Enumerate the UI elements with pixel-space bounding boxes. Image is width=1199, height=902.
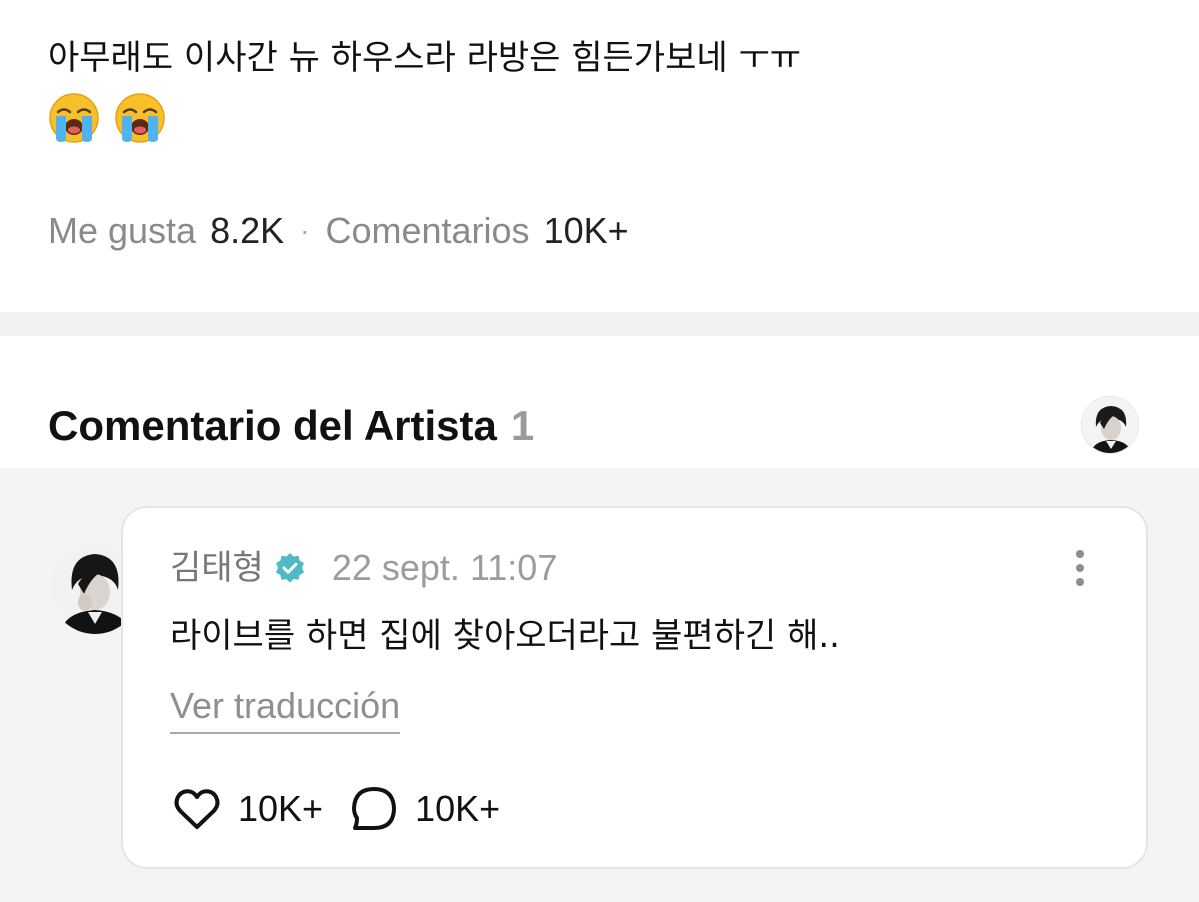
- likes-label[interactable]: Me gusta: [48, 208, 196, 254]
- comments-count[interactable]: 10K+: [544, 208, 629, 254]
- verified-badge-icon: [275, 553, 304, 583]
- more-dot: [1076, 564, 1084, 572]
- comment-card: 김태형 22 sept. 11:07 라이브를 하면 집에 찾아오더라고 불편하…: [121, 506, 1148, 869]
- see-translation-link[interactable]: Ver traducción: [170, 684, 401, 734]
- comment-author-name[interactable]: 김태형: [170, 546, 264, 590]
- avatar-image: [1082, 397, 1138, 453]
- stats-separator: ·: [300, 215, 310, 246]
- like-button[interactable]: 10K+: [172, 784, 323, 834]
- more-options-button[interactable]: [1065, 546, 1095, 590]
- reply-button[interactable]: 10K+: [349, 784, 500, 834]
- comment-bubble-icon: [352, 787, 397, 830]
- comment-body: 라이브를 하면 집에 찾아오더라고 불편하긴 해..: [170, 616, 840, 656]
- comment-timestamp: 22 sept. 11:07: [331, 547, 558, 588]
- comments-label[interactable]: Comentarios: [325, 208, 529, 254]
- artist-comments-count: 1: [510, 402, 535, 449]
- more-dot: [1076, 578, 1084, 586]
- post-text: 아무래도 이사간 뉴 하우스라 라방은 힘든가보네 ㅜㅠ: [48, 38, 802, 78]
- like-count: 10K+: [238, 788, 324, 829]
- artist-comment-thread: 김태형 22 sept. 11:07 라이브를 하면 집에 찾아오더라고 불편하…: [0, 468, 1199, 902]
- post-stats: Me gusta 8.2K · Comentarios 10K+: [48, 208, 629, 254]
- artist-avatar-small[interactable]: [1081, 396, 1139, 454]
- artist-comments-title: Comentario del Artista 1: [48, 400, 534, 452]
- post: 아무래도 이사간 뉴 하우스라 라방은 힘든가보네 ㅜㅠ Me gusta 8.…: [0, 0, 1199, 312]
- loudly-crying-face-icon: [49, 93, 99, 143]
- comment-author-row: 김태형 22 sept. 11:07: [170, 546, 557, 590]
- comment-actions: 10K+ 10K+: [172, 784, 500, 834]
- reply-count: 10K+: [415, 788, 501, 829]
- post-emoji-row: [48, 92, 166, 144]
- section-divider: [0, 312, 1199, 336]
- likes-count[interactable]: 8.2K: [210, 208, 284, 254]
- loudly-crying-face-icon: [115, 93, 165, 143]
- artist-comments-title-text: Comentario del Artista: [48, 402, 497, 449]
- more-dots-icon: [1076, 550, 1084, 558]
- heart-icon: [174, 789, 220, 829]
- artist-comments-header: Comentario del Artista 1: [0, 336, 1199, 468]
